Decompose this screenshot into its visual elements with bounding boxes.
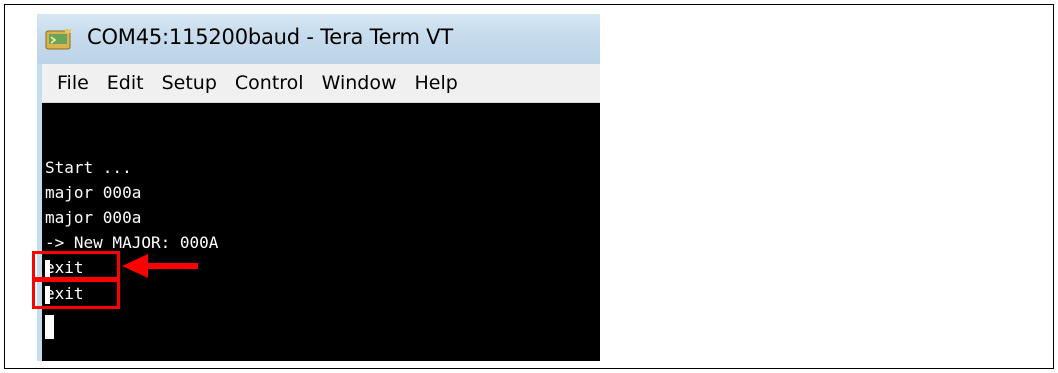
terminal-line: major 000a <box>45 208 142 227</box>
menu-setup[interactable]: Setup <box>153 64 226 102</box>
menu-bar: File Edit Setup Control Window Help <box>42 64 600 103</box>
terminal-screen[interactable]: Start ... major 000a major 000a -> New M… <box>42 103 600 361</box>
menu-help[interactable]: Help <box>406 64 467 102</box>
exit-highlight-box <box>32 251 120 280</box>
terminal-line: major 000a <box>45 183 142 202</box>
window-title: COM45:115200baud - Tera Term VT <box>87 25 453 49</box>
teraterm-window: COM45:115200baud - Tera Term VT File Edi… <box>37 14 600 361</box>
terminal-line: Start ... <box>45 158 132 177</box>
teraterm-icon <box>45 29 71 50</box>
left-arrow-icon <box>122 254 198 278</box>
menu-window[interactable]: Window <box>313 64 406 102</box>
terminal-cursor <box>45 315 54 339</box>
menu-control[interactable]: Control <box>226 64 313 102</box>
exit-highlight-box <box>32 279 120 309</box>
title-bar[interactable]: COM45:115200baud - Tera Term VT <box>37 14 600 64</box>
menu-edit[interactable]: Edit <box>98 64 153 102</box>
menu-file[interactable]: File <box>48 64 98 102</box>
terminal-line: -> New MAJOR: 000A <box>45 233 219 252</box>
